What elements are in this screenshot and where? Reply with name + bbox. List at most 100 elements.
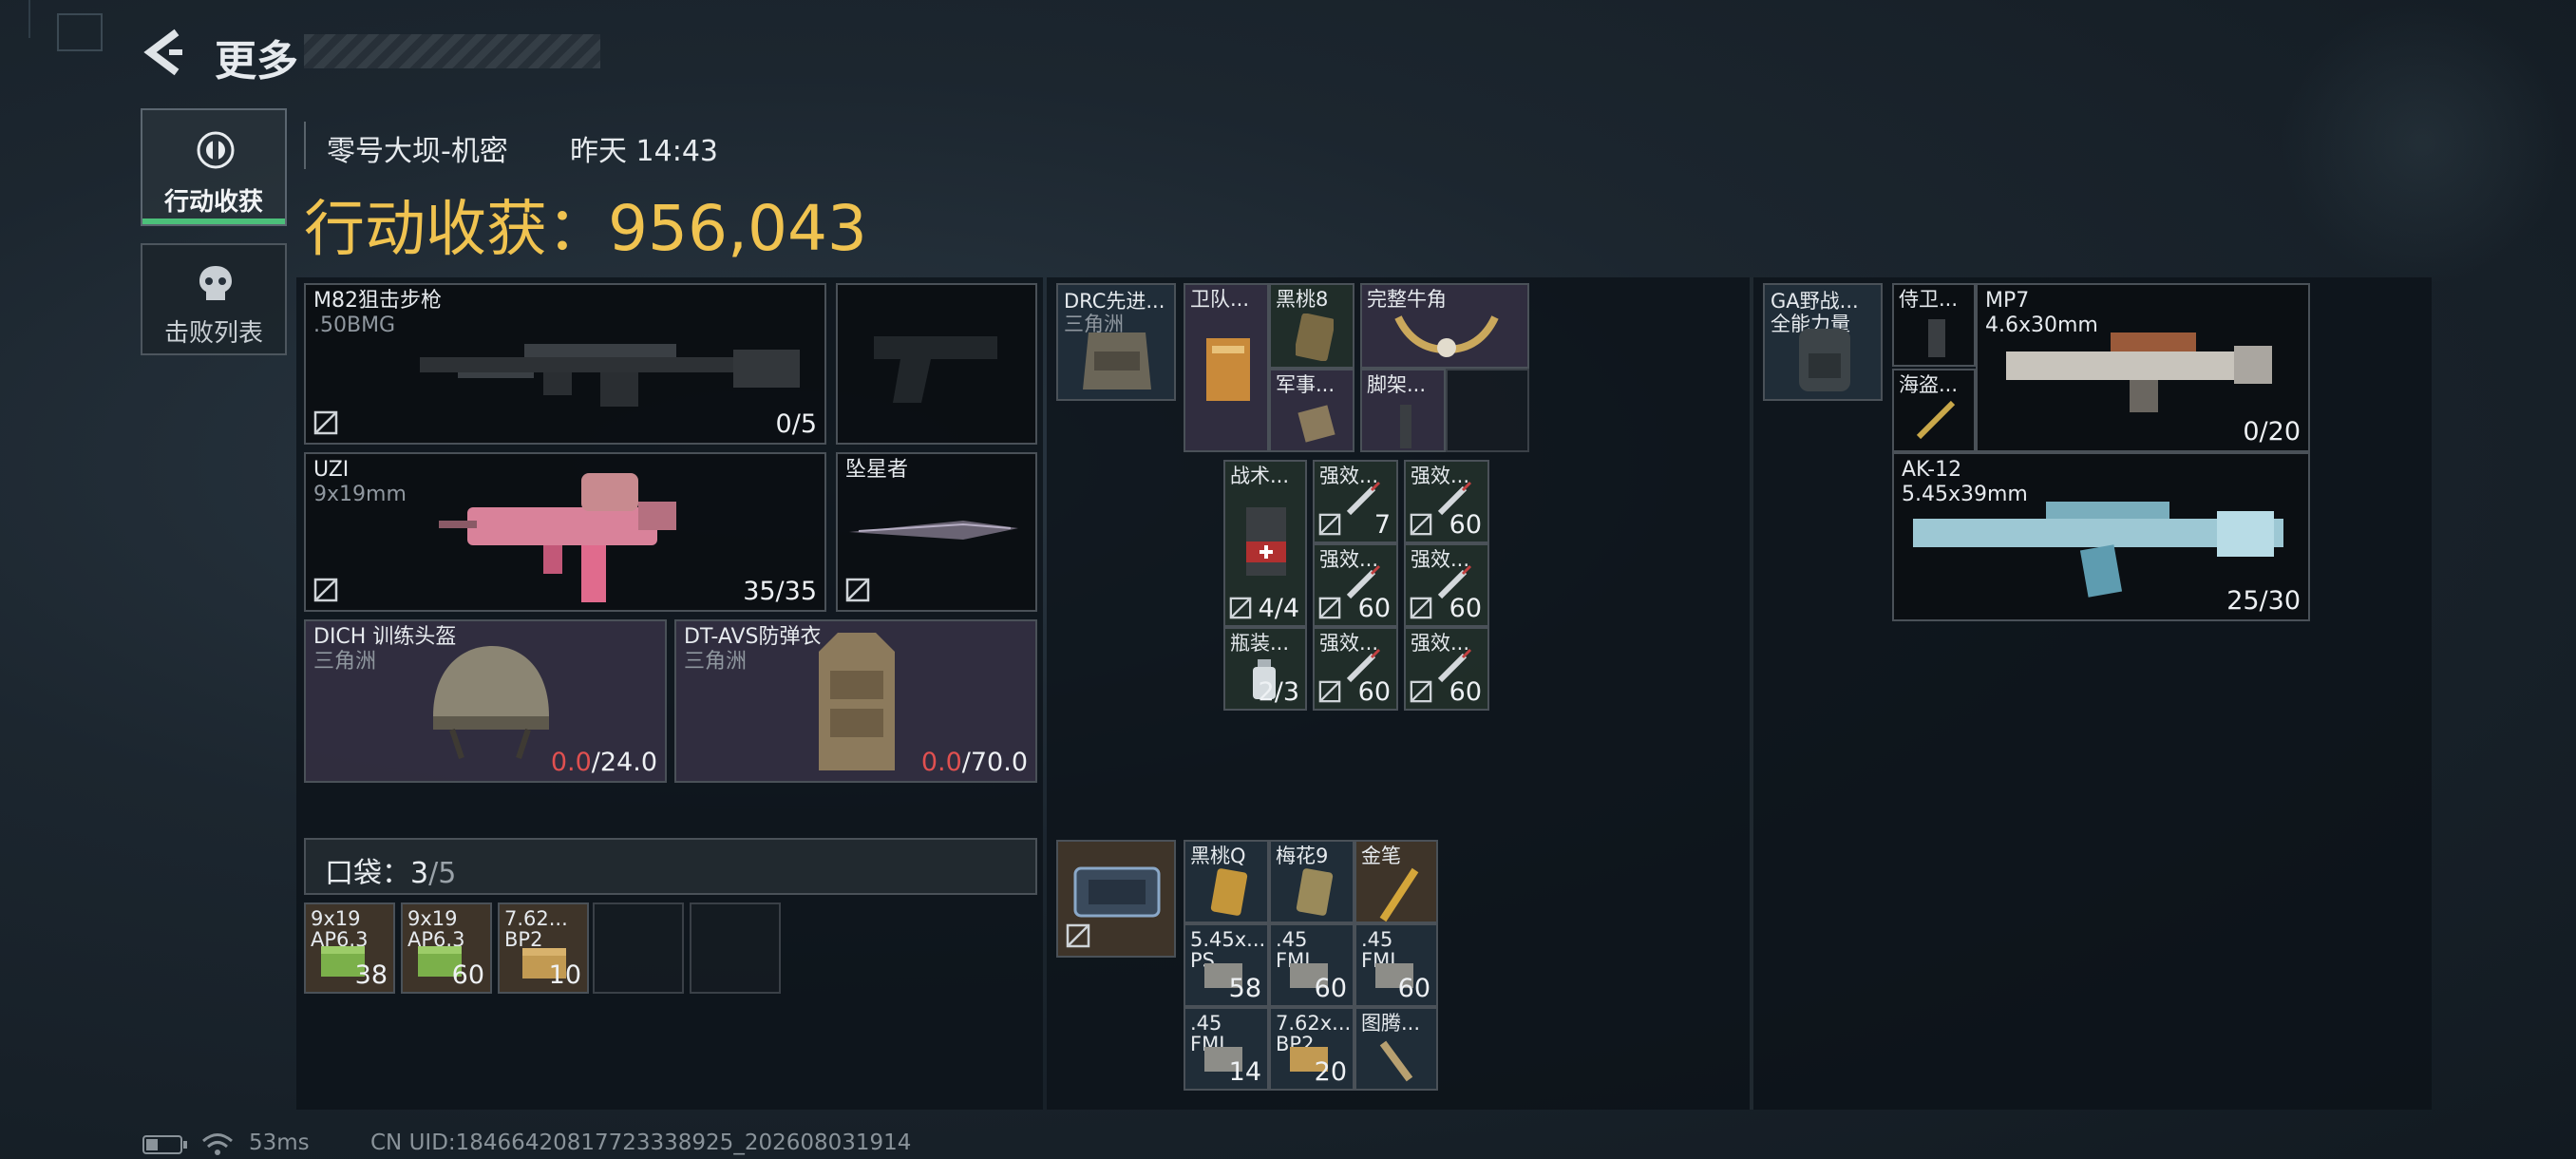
rig-item[interactable]: 脚架... (1360, 369, 1446, 452)
rig-item[interactable]: 黑桃8 (1269, 283, 1354, 369)
chest-rig-icon (1083, 332, 1151, 390)
match-time: 昨天 14:43 (570, 135, 718, 168)
rig-item[interactable]: 完整牛角 (1360, 283, 1529, 369)
pocket-item[interactable]: 9x19 AP6.3 38 (304, 902, 395, 994)
user-uid: CN UID:18466420817723338925_202608031914 (370, 1130, 912, 1155)
pocket-item[interactable]: 7.62... BP2 10 (498, 902, 589, 994)
lock-icon (1318, 597, 1341, 619)
med-item[interactable]: 强效... 60 (1404, 460, 1489, 543)
case-item[interactable]: .45 FMJ 14 (1184, 1007, 1269, 1091)
item-count: 2/3 (1258, 677, 1299, 707)
item-name: 军事... (1276, 373, 1335, 396)
mp7-icon (2006, 332, 2272, 412)
lock-icon (1229, 597, 1252, 619)
knife-icon (1916, 400, 1956, 440)
pistol-slot-empty[interactable] (836, 283, 1037, 445)
tab-kill-list[interactable]: 击败列表 (141, 243, 287, 355)
case-item[interactable]: 梅花9 (1269, 840, 1354, 923)
weapon-slot-primary[interactable]: M82狙击步枪 .50BMG 0/5 (304, 283, 826, 445)
chevron-left-icon (143, 28, 182, 76)
backpack-item[interactable]: 海盗... (1892, 369, 1976, 452)
loot-total-value: 956,043 (608, 192, 867, 265)
armor-slot[interactable]: DT-AVS防弹衣 三角洲 0.0/70.0 (674, 619, 1037, 783)
panel-divider (1750, 277, 1753, 1110)
med-item[interactable]: 瓶装... 2/3 (1223, 627, 1307, 711)
item-count: 7 (1373, 510, 1391, 540)
med-item[interactable]: 强效... 60 (1313, 543, 1398, 627)
med-item[interactable]: 强效... 7 (1313, 460, 1398, 543)
armor-durability-current: 0.0 (920, 748, 962, 777)
loot-icon (197, 131, 235, 169)
weapon-mp7[interactable]: MP7 4.6x30mm 0/20 (1976, 283, 2310, 452)
helmet-icon (433, 646, 549, 759)
weapon-ammo-count: 0/20 (2243, 417, 2301, 446)
item-name: 脚架... (1367, 373, 1427, 396)
item-count: 58 (1228, 974, 1261, 1003)
header-stripe (304, 34, 600, 68)
case-item[interactable]: 图腾... (1354, 1007, 1438, 1091)
med-item[interactable]: 强效... 60 (1404, 543, 1489, 627)
grip-icon (1928, 319, 1945, 357)
weapon-ammo-count: 0/5 (775, 409, 817, 439)
chest-rig-slot[interactable]: DRC先进... 三角洲 (1056, 283, 1176, 401)
med-item[interactable]: 战术... 4/4 (1223, 460, 1307, 627)
medkit-icon (1246, 507, 1286, 576)
backpack-slot[interactable]: GA野战... 全能力量 (1763, 283, 1883, 401)
backpack-item[interactable]: 侍卫... (1892, 283, 1976, 367)
item-count: 20 (1314, 1057, 1347, 1087)
item-count: 60 (1397, 974, 1430, 1003)
item-count: 60 (1357, 677, 1391, 707)
case-item[interactable]: 金笔 (1354, 840, 1438, 923)
case-item[interactable]: .45 FMJ 60 (1269, 923, 1354, 1007)
tab-loot[interactable]: 行动收获 (141, 108, 287, 226)
med-item[interactable]: 强效... 60 (1313, 627, 1398, 711)
back-button[interactable]: 更多 (142, 25, 323, 86)
lock-icon (1410, 597, 1432, 619)
weapon-name: UZI (313, 458, 350, 482)
weapon-ammo: .50BMG (313, 314, 396, 337)
pistol-icon (874, 336, 997, 403)
ping-value: 53ms (249, 1130, 310, 1155)
document-icon (1206, 338, 1250, 401)
case-item[interactable]: 5.45x... PS 58 (1184, 923, 1269, 1007)
melee-slot[interactable]: 坠星者 (836, 452, 1037, 612)
item-name: 海盗... (1899, 373, 1959, 396)
pocket-slot-empty[interactable] (690, 902, 781, 994)
pocket-slot-empty[interactable] (593, 902, 684, 994)
grip-icon (1400, 405, 1411, 448)
safe-case-slot[interactable] (1056, 840, 1176, 958)
totem-icon (1379, 1040, 1413, 1082)
lock-icon (1318, 680, 1341, 703)
pocket-item[interactable]: 9x19 AP6.3 60 (401, 902, 492, 994)
weapon-ammo-count: 25/30 (2226, 586, 2301, 616)
rig-item[interactable]: 军事... (1269, 369, 1354, 452)
weapon-name: MP7 (1985, 289, 2030, 313)
case-item[interactable]: 7.62x... BP2 20 (1269, 1007, 1354, 1091)
case-item[interactable]: 黑桃Q (1184, 840, 1269, 923)
helmet-durability-max: /24.0 (591, 748, 657, 777)
rig-slot-empty[interactable] (1446, 369, 1529, 452)
item-name: 完整牛角 (1367, 288, 1447, 311)
helmet-durability: 0.0/24.0 (551, 748, 657, 777)
case-item[interactable]: .45 FMJ 60 (1354, 923, 1438, 1007)
sniper-rifle-icon (420, 344, 800, 407)
item-count: 14 (1228, 1057, 1261, 1087)
wifi-icon (202, 1133, 233, 1155)
item-name: 卫队... (1190, 288, 1250, 311)
item-count: 60 (1357, 594, 1391, 623)
card-icon (1210, 868, 1248, 916)
safe-case-icon (1073, 866, 1161, 918)
lock-icon (845, 578, 870, 602)
patch-icon (1297, 405, 1335, 443)
weapon-slot-secondary[interactable]: UZI 9x19mm 35/35 (304, 452, 826, 612)
rig-item[interactable]: 卫队... (1184, 283, 1269, 452)
active-tab-indicator (142, 218, 285, 224)
horn-icon (1394, 315, 1499, 357)
item-count: 60 (1449, 677, 1482, 707)
pocket-label: 口袋：3/5 (325, 849, 456, 891)
helmet-slot[interactable]: DICH 训练头盔 三角洲 0.0/24.0 (304, 619, 667, 783)
weapon-ak12[interactable]: AK-12 5.45x39mm 25/30 (1892, 452, 2310, 621)
item-name: 金笔 (1361, 845, 1401, 867)
helmet-origin: 三角洲 (313, 650, 377, 674)
med-item[interactable]: 强效... 60 (1404, 627, 1489, 711)
